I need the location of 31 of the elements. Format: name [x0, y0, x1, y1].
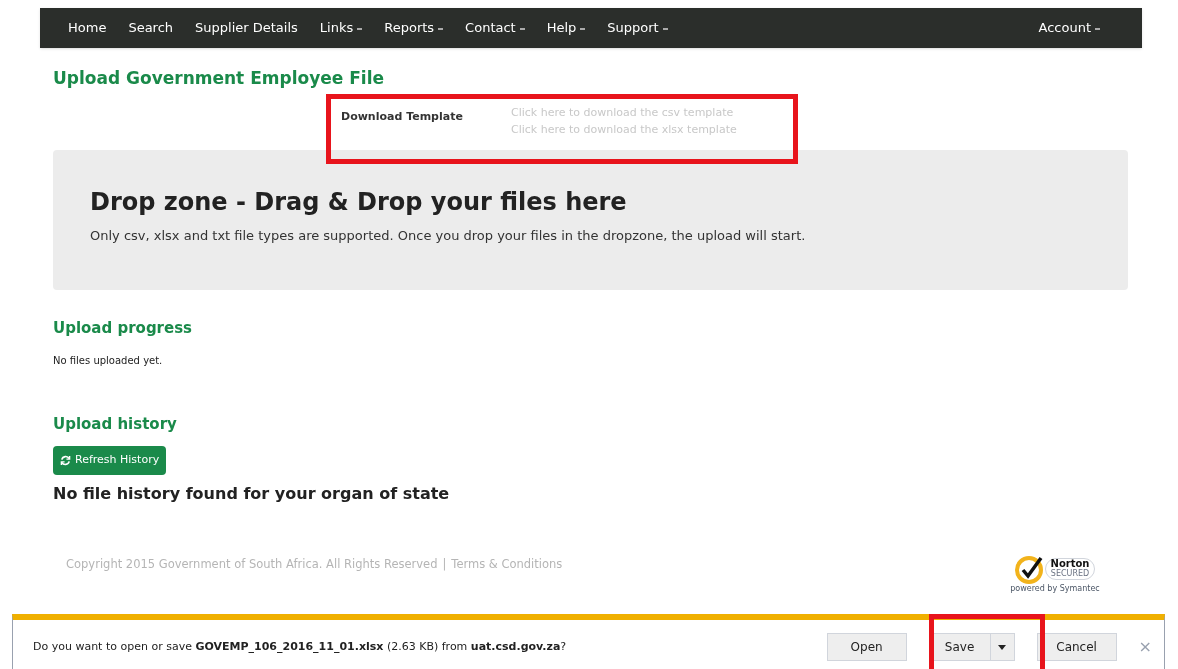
refresh-icon: [60, 454, 71, 466]
dialog-button[interactable]: Cancel: [1036, 633, 1117, 661]
nav-link[interactable]: Search: [128, 18, 174, 38]
nav-link[interactable]: Reports: [384, 18, 444, 38]
status-message: No files uploaded yet.: [53, 354, 164, 368]
seal-name: Norton: [1050, 559, 1090, 569]
refresh-history-button[interactable]: Refresh History: [53, 445, 167, 475]
page-title: Upload Government Employee File: [53, 67, 386, 90]
nav-link[interactable]: Help: [546, 18, 586, 38]
nav-link[interactable]: Support: [607, 18, 668, 38]
nav-link[interactable]: Contact: [465, 18, 525, 38]
copyright-text: Copyright 2015 Government of South Africa. All Rights Reserved: [66, 555, 438, 573]
separator: |: [442, 555, 447, 573]
drop-zone-heading: Drop zone - Drag & Drop your files here: [90, 186, 628, 218]
download-prompt: Do you want to open or save GOVEMP_106_2016_11_01.xlsx (2.63 KB) from uat.csd.gov.za?: [33, 638, 567, 655]
drop-zone[interactable]: Drop zone - Drag & Drop your files here Only csv, xlsx and txt file types are supported. Once you drop your files in the dropzone, the upload will start.: [53, 149, 1128, 290]
caret-icon: [998, 644, 1007, 650]
nav-link[interactable]: Home: [68, 18, 107, 38]
dialog-button[interactable]: Open: [826, 633, 907, 661]
section-heading: Upload progress: [53, 317, 194, 339]
drop-zone-hint: Only csv, xlsx and txt file types are supported. Once you drop your files in the dropzone, the upload will start.: [90, 226, 807, 245]
history-message: No file history found for your organ of state: [53, 482, 451, 505]
seal-sub: SECURED: [1050, 569, 1090, 579]
nav-link[interactable]: Links: [319, 18, 363, 38]
download-template-label: Download Template: [341, 108, 464, 125]
nav-link[interactable]: Supplier Details: [195, 18, 298, 38]
save-options-button[interactable]: [990, 633, 1015, 661]
section-heading: Upload history: [53, 414, 178, 435]
seal-caption: powered by Symantec: [1010, 584, 1100, 593]
checkmark-seal-icon: [1014, 554, 1045, 584]
account-menu[interactable]: Account: [1038, 18, 1100, 38]
